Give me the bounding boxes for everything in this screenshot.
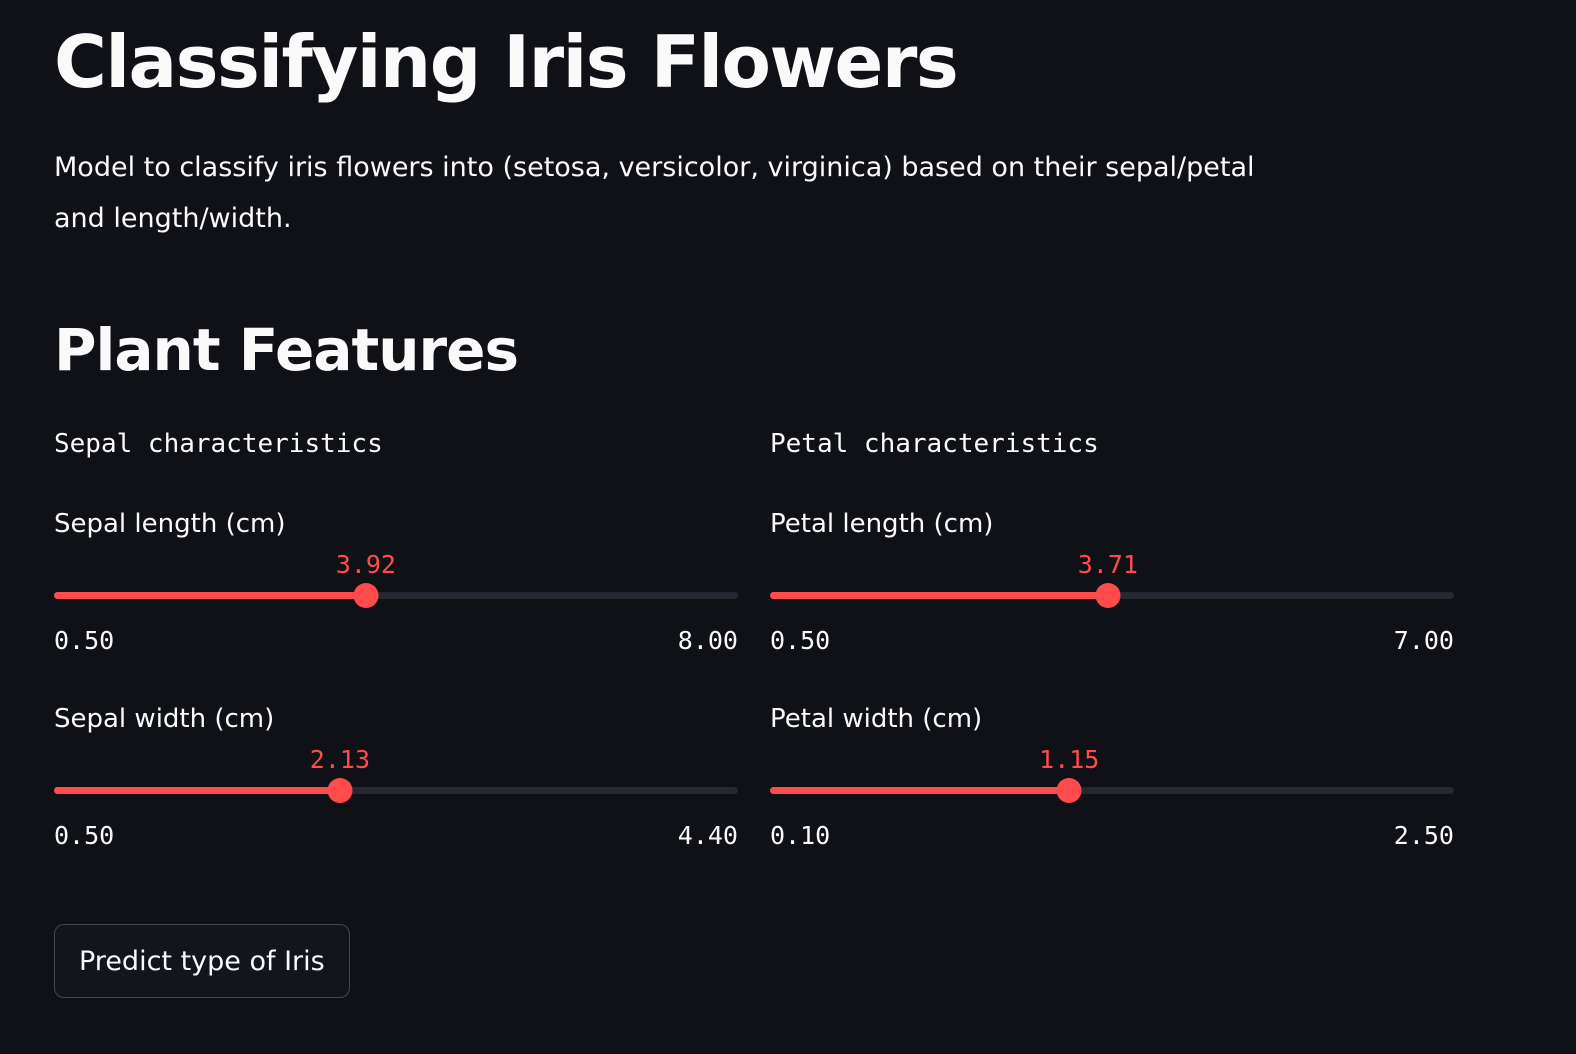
petal-column: Petal characteristics Petal length (cm) … [770,424,1454,850]
sepal-length-label: Sepal length (cm) [54,509,286,539]
petal-width-value: 1.15 [1039,745,1100,774]
sepal-width-min: 0.50 [54,821,115,850]
petal-width-slider[interactable]: Petal width (cm) 1.15 0.10 2.50 [770,619,1454,850]
page-description: Model to classify iris flowers into (set… [54,152,1255,234]
sepal-width-track[interactable] [54,778,738,803]
petal-length-track[interactable] [770,583,1454,608]
sepal-width-max: 4.40 [677,821,738,850]
petal-length-fill [770,592,1108,599]
petal-width-max: 2.50 [1393,821,1454,850]
petal-length-value: 3.71 [1077,550,1138,579]
sepal-length-fill [54,592,366,599]
sepal-width-label: Sepal width (cm) [54,704,275,734]
sepal-width-thumb[interactable] [327,778,353,803]
petal-width-thumb[interactable] [1056,778,1082,803]
sepal-length-slider[interactable]: Sepal length (cm) 3.92 0.50 8.00 [54,424,738,655]
petal-width-fill [770,787,1070,794]
sepal-length-track[interactable] [54,583,738,608]
sepal-length-value: 3.92 [335,550,396,579]
sepal-width-value: 2.13 [309,745,371,774]
page-title: Classifying Iris Flowers [54,20,959,104]
sepal-length-thumb[interactable] [353,583,379,608]
predict-button[interactable]: Predict type of Iris [54,924,350,998]
petal-width-min: 0.10 [770,821,831,850]
app-page: Classifying Iris Flowers Model to classi… [0,0,1576,1054]
petal-width-label: Petal width (cm) [770,704,983,734]
sepal-width-slider[interactable]: Sepal width (cm) 2.13 0.50 4.40 [54,619,738,850]
petal-length-slider[interactable]: Petal length (cm) 3.71 0.50 7.00 [770,424,1454,655]
petal-length-label: Petal length (cm) [770,509,994,539]
sepal-width-fill [54,787,340,794]
petal-width-track[interactable] [770,778,1454,803]
plant-features-heading: Plant Features [54,316,519,384]
petal-length-thumb[interactable] [1095,583,1121,608]
sepal-column: Sepal characteristics Sepal length (cm) … [54,424,738,850]
